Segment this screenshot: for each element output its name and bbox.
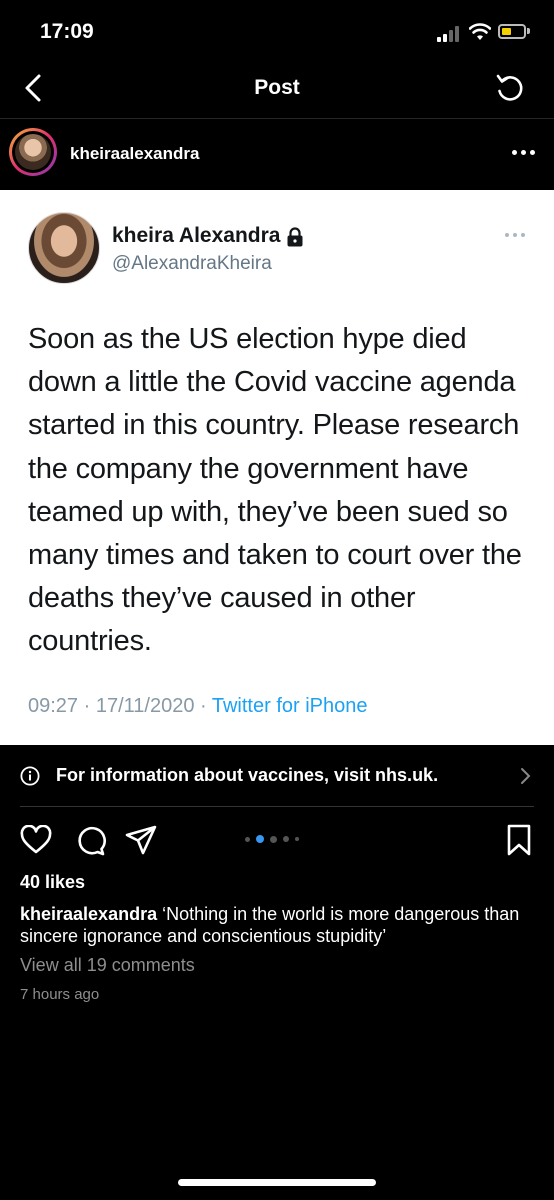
chevron-right-icon[interactable]	[520, 767, 532, 785]
tweet-avatar	[28, 212, 100, 284]
share-icon[interactable]	[125, 825, 157, 855]
tweet-handle: @AlexandraKheira	[112, 253, 272, 274]
carousel-dot	[295, 837, 299, 841]
post-timestamp: 7 hours ago	[20, 986, 100, 1003]
status-time: 17:09	[40, 20, 94, 43]
signal-icon	[437, 26, 463, 42]
comment-icon[interactable]	[74, 824, 106, 856]
tweet-source: Twitter for iPhone	[211, 695, 368, 717]
vaccine-info-text[interactable]: For information about vaccines, visit nh…	[56, 765, 438, 786]
view-comments-link[interactable]: View all 19 comments	[20, 955, 195, 976]
tweet-timestamp: 09:27 · 17/11/2020 ·	[28, 695, 212, 717]
tweet-name: kheira Alexandra	[112, 224, 281, 247]
carousel-dot	[245, 836, 250, 842]
refresh-icon[interactable]	[494, 72, 526, 104]
post-username[interactable]: kheiraalexandra	[70, 144, 199, 164]
carousel-dot	[256, 835, 264, 843]
carousel-indicator	[245, 832, 325, 846]
page-title: Post	[254, 76, 300, 99]
info-divider	[20, 806, 534, 807]
carousel-dot	[270, 835, 277, 843]
save-icon[interactable]	[506, 824, 532, 856]
caption-username[interactable]: kheiraalexandra	[20, 904, 157, 924]
info-icon	[20, 766, 40, 786]
carousel-dot	[283, 836, 289, 842]
tweet-text: Soon as the US election hype died down a…	[28, 323, 522, 658]
lock-icon	[287, 227, 303, 247]
battery-nub	[527, 28, 530, 34]
like-count[interactable]: 40 likes	[20, 872, 85, 893]
post-caption: kheiraalexandra ‘Nothing in the world is…	[20, 903, 540, 947]
home-indicator	[178, 1179, 376, 1186]
tweet-more-icon	[505, 233, 527, 239]
heart-icon[interactable]	[20, 825, 52, 855]
wifi-icon	[469, 23, 491, 40]
avatar[interactable]	[9, 128, 57, 176]
nav-divider	[0, 118, 554, 119]
more-icon[interactable]	[512, 150, 538, 158]
battery-icon	[498, 24, 526, 39]
tweet-meta: 09:27 · 17/11/2020 · Twitter for iPhone	[28, 695, 367, 718]
